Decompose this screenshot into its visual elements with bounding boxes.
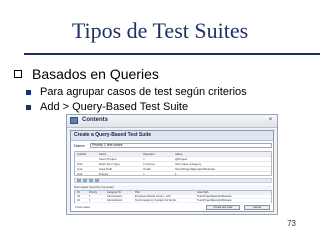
dialog-header: Create a Query-Based Test Suite (71, 131, 273, 141)
query-clause-grid: And/Or Field Operator Value Team Project… (74, 151, 272, 176)
query-operator-cell: In Group (143, 162, 155, 166)
create-suite-button[interactable]: Create test suite (206, 205, 240, 210)
query-field-cell: Team Project (99, 157, 117, 161)
column-header: And/Or (77, 152, 87, 156)
query-andor-cell (77, 157, 97, 161)
result-title-cell: Employee Details screen - Add (135, 195, 171, 198)
embedded-screenshot: Contents × Create a Query-Based Test Sui… (66, 114, 278, 215)
dialog-footer: 2 test cases Create test suite Cancel (74, 205, 272, 210)
title-underline (24, 53, 320, 55)
screenshot-titlebar: Contents × (67, 115, 277, 128)
bullet-level2-second: Add > Query-Based Test Suite (26, 101, 188, 114)
results-row[interactable]: 24 1 Administrator Test Emergency Contac… (75, 199, 271, 203)
column-header: Operator (143, 152, 155, 156)
bullet-level1: Basados en Queries (14, 66, 159, 82)
window-title: Contents (82, 117, 108, 123)
result-title-cell: Test Emergency Contacts for Emplo (135, 199, 177, 202)
suite-name-label: Name (74, 143, 85, 148)
query-operator-cell: Under (143, 167, 152, 171)
query-value-cell: Test Case Category (175, 162, 202, 166)
result-priority-cell: 1 (89, 199, 91, 202)
column-header: Value (175, 152, 183, 156)
column-header: Title (135, 191, 140, 194)
bullet-level2-first: Para agrupar casos de test según criteri… (26, 86, 247, 99)
query-andor-cell: And (77, 162, 83, 166)
suite-name-row: Name Priority 1 test cases (74, 142, 272, 149)
query-value-cell: 1 (175, 172, 177, 176)
add-clause-icon[interactable] (77, 179, 81, 182)
cancel-button[interactable]: Cancel (244, 205, 270, 210)
hollow-square-bullet-icon (14, 70, 22, 78)
suite-name-input[interactable]: Priority 1 test cases (90, 143, 272, 148)
result-area-cell: TeamProject\Ejemplo\Release (197, 199, 232, 202)
result-id-cell: 23 (77, 195, 80, 198)
query-value-cell: TeamProject\Ejemplo\Release (175, 167, 216, 171)
query-operator-cell: = (143, 172, 145, 176)
column-header: Area Path (197, 191, 209, 194)
query-clause-row[interactable]: And Priority = 1 (75, 172, 271, 176)
result-area-cell: TeamProject\Ejemplo\Release (197, 195, 232, 198)
query-operator-cell: = (143, 157, 145, 161)
run-query-icon[interactable] (95, 179, 99, 182)
results-table: ID Priority Assigned To Title Area Path … (74, 190, 272, 203)
results-count: 2 test cases (75, 205, 90, 209)
bullet-level2-second-text: Add > Query-Based Test Suite (40, 101, 189, 113)
column-header: Priority (89, 191, 98, 194)
column-header: Field (99, 152, 106, 156)
query-andor-cell: And (77, 172, 83, 176)
square-bullet-icon (26, 90, 31, 95)
query-toolbar (74, 178, 272, 183)
slide-title: Tipos de Test Suites (71, 18, 249, 43)
result-priority-cell: 1 (89, 195, 91, 198)
query-field-cell: Priority (99, 172, 109, 176)
result-assigned-cell: Administrator (107, 199, 123, 202)
group-clause-icon[interactable] (89, 179, 93, 182)
query-field-cell: Work Item Type (99, 162, 120, 166)
query-andor-cell: And (77, 167, 83, 171)
query-field-cell: Area Path (99, 167, 113, 171)
bullet-level2-first-text: Para agrupar casos de test según criteri… (40, 86, 247, 98)
dialog-title: Create a Query-Based Test Suite (74, 132, 152, 138)
query-suite-dialog: Create a Query-Based Test Suite Name Pri… (70, 130, 274, 212)
square-bullet-icon (26, 105, 31, 110)
column-header: ID (77, 191, 80, 194)
result-assigned-cell: Administrator (107, 195, 123, 198)
bullet-level1-text: Basados en Queries (32, 66, 159, 82)
window-icon (70, 117, 78, 124)
query-value-cell: @Project (175, 157, 188, 161)
close-icon: × (268, 117, 273, 123)
page-number: 73 (287, 219, 296, 228)
delete-clause-icon[interactable] (83, 179, 87, 182)
result-id-cell: 24 (77, 199, 80, 202)
column-header: Assigned To (107, 191, 122, 194)
